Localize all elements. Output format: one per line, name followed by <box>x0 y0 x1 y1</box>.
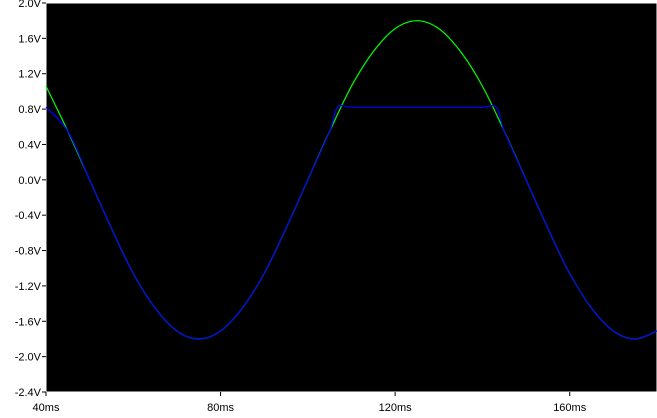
x-tick-label: 40ms <box>33 402 60 413</box>
y-tick-label: -1.2V <box>15 281 42 293</box>
x-tick-label: 80ms <box>207 402 234 413</box>
y-tick-label: 0.4V <box>18 139 41 151</box>
y-tick-label: 0.0V <box>18 175 41 187</box>
y-tick-label: -2.0V <box>15 352 42 364</box>
waveform-chart: 2.0V 1.6V 1.2V 0.8V 0.4V 0.0V -0.4V -0.8V -1.2V -… <box>0 0 657 414</box>
y-tick-label: 1.2V <box>18 69 41 81</box>
x-tick-label: 120ms <box>379 402 413 413</box>
y-tick-label: -2.4V <box>15 387 42 399</box>
y-tick-label: 2.0V <box>18 0 41 10</box>
plot-area[interactable] <box>45 2 657 393</box>
y-tick-label: 1.6V <box>18 33 41 45</box>
plot-window: 2.0V 1.6V 1.2V 0.8V 0.4V 0.0V -0.4V -0.8V -1.2V -… <box>0 0 657 414</box>
y-tick-label: 0.8V <box>18 104 41 116</box>
y-tick-label: -0.4V <box>15 210 42 222</box>
x-tick-label: 160ms <box>553 402 587 413</box>
y-tick-label: -1.6V <box>15 316 42 328</box>
y-tick-label: -0.8V <box>15 246 42 258</box>
